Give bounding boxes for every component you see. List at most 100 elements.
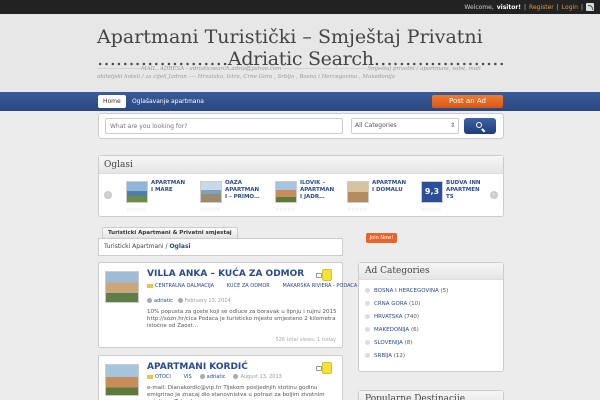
rating-stars: ☆☆☆☆☆ <box>200 207 220 213</box>
register-link[interactable]: Register <box>529 4 554 11</box>
price-tag-icon <box>322 362 332 374</box>
carousel-item[interactable]: APARTMAN I MARE ☆☆☆☆☆ <box>126 180 186 216</box>
search-icon <box>476 122 482 128</box>
listing-thumbnail[interactable] <box>200 181 222 203</box>
listing-date: February 13, 2014 <box>184 298 231 304</box>
category-name[interactable]: BOSNA I HERCEGOVINA <box>374 288 439 294</box>
username: visitor! <box>496 3 522 11</box>
author-link[interactable]: adriatic <box>154 298 173 304</box>
ad-categories-widget: Ad Categories BOSNA I HERCEGOVINA (5) CR… <box>358 262 504 372</box>
carousel-item-title[interactable]: APARTMAN I DOMALU <box>372 180 408 194</box>
top-bar: Welcome, visitor! | Register | Login | <box>0 0 600 14</box>
post-ad-button[interactable]: Post an Ad <box>432 95 503 108</box>
category-item[interactable]: SRBIJA (12) <box>365 353 405 359</box>
breadcrumb: Turisticki Apartmani / Oglasi <box>98 238 343 256</box>
listing-title[interactable]: APARTMANI KORDIĆ <box>147 362 248 372</box>
nav-oglasavanje[interactable]: Oglašavanje apartmana <box>132 95 204 108</box>
clock-icon <box>233 374 239 379</box>
listing-thumbnail[interactable] <box>347 181 369 203</box>
user-icon <box>147 298 152 303</box>
site-header: Apartmani Turistički – Smještaj Privatni… <box>0 14 600 92</box>
category-link[interactable]: OTOCI <box>155 374 171 380</box>
listing-description: 10% popusta za goste koji se odluce za b… <box>147 309 337 329</box>
site-title[interactable]: Apartmani Turistički – Smještaj Privatni <box>97 26 483 48</box>
category-link[interactable]: KUCE ZA ODMOR <box>227 283 270 289</box>
listing-thumbnail[interactable]: 9,3 <box>421 181 443 203</box>
site-tagline: ————————MAIL, ADRESA - adriaticsearch.ad… <box>97 66 481 80</box>
carousel-item[interactable]: OAZA APARTMAN I – PRIMO… ☆☆☆☆☆ <box>200 180 260 216</box>
search-input[interactable] <box>105 118 343 134</box>
carousel-prev-icon[interactable]: ‹ <box>104 191 112 199</box>
category-name[interactable]: SLOVENIJA <box>374 340 403 346</box>
category-count: (12) <box>393 353 406 359</box>
listing-meta: OTOCI VIS adriatic August 13, 2013 <box>147 374 282 380</box>
listing-card: APARTMANI KORDIĆ OTOCI VIS adriatic Augu… <box>98 355 343 400</box>
listing-thumbnail[interactable] <box>126 181 148 203</box>
search-bar: All Categories ⇕ <box>98 113 504 139</box>
carousel-item-title[interactable]: ILOVIK – APARTMAN I JADR… <box>300 180 336 201</box>
breadcrumb-root[interactable]: Turisticki Apartmani <box>104 243 164 250</box>
rating-stars: ☆☆☆☆☆ <box>275 207 295 213</box>
separator: | <box>556 3 559 11</box>
clock-icon <box>177 298 183 303</box>
folder-icon <box>147 374 153 379</box>
rating-stars: ☆☆☆☆☆ <box>126 207 146 213</box>
category-count: (5) <box>440 288 449 294</box>
user-icon <box>199 374 205 379</box>
category-item[interactable]: BOSNA I HERCEGOVINA (5) <box>365 288 448 294</box>
search-button[interactable] <box>464 118 496 134</box>
chevron-updown-icon: ⇕ <box>449 122 455 129</box>
carousel-item[interactable]: 9,3 BUDVA INN APARTMEN TS ☆☆☆☆☆ <box>421 180 481 216</box>
listing-title[interactable]: VILLA ANKA – KUĆA ZA ODMOR <box>147 269 304 279</box>
carousel-item-title[interactable]: APARTMAN I MARE <box>151 180 187 194</box>
category-item[interactable]: CRNA GORA (10) <box>365 301 420 307</box>
category-item[interactable]: HRVATSKA (740) <box>365 314 419 320</box>
category-count: (6) <box>410 327 419 333</box>
category-count: (10) <box>409 301 421 307</box>
category-item[interactable]: SLOVENIJA (8) <box>365 340 412 346</box>
listing-card: VILLA ANKA – KUĆA ZA ODMOR CENTRALNA DAL… <box>98 262 357 348</box>
carousel-item[interactable]: APARTMAN I DOMALU ☆☆☆☆☆ <box>347 180 407 216</box>
ad-categories-title: Ad Categories <box>359 263 503 280</box>
category-select-value: All Categories <box>355 122 397 129</box>
rss-icon[interactable] <box>586 3 594 11</box>
main-nav: Home Oglašavanje apartmana Post an Ad <box>0 92 600 111</box>
popular-destinations-title: Popularne Destinacije <box>359 391 503 400</box>
join-now-button[interactable]: Join Now! <box>366 233 397 243</box>
category-name[interactable]: HRVATSKA <box>374 314 403 320</box>
listing-categories: CENTRALNA DALMACIJA KUCE ZA ODMOR MAKARS… <box>147 283 357 289</box>
nav-home[interactable]: Home <box>98 95 126 108</box>
price-tag-icon <box>322 269 332 281</box>
tab-turisticki-apartmani[interactable]: Turisticki Apartmani & Privatni smjestaj <box>102 227 238 238</box>
listing-meta: adriatic February 13, 2014 <box>147 298 231 304</box>
popular-destinations-widget: Popularne Destinacije <box>358 390 504 400</box>
rating-stars: ☆☆☆☆☆ <box>421 207 441 213</box>
carousel-item[interactable]: ILOVIK – APARTMAN I JADR… ☆☆☆☆☆ <box>275 180 335 216</box>
category-name[interactable]: MAKEDONIJA <box>374 327 409 333</box>
login-link[interactable]: Login <box>562 4 578 11</box>
folder-icon <box>147 283 153 288</box>
listing-thumbnail[interactable] <box>105 271 139 303</box>
category-count: (8) <box>404 340 413 346</box>
listing-date: August 13, 2013 <box>240 374 282 380</box>
author-link[interactable]: adriatic <box>207 374 226 380</box>
oglasi-title: Oglasi <box>99 156 503 174</box>
category-count: (740) <box>404 314 420 320</box>
category-name[interactable]: CRNA GORA <box>374 301 407 307</box>
category-item[interactable]: MAKEDONIJA (6) <box>365 327 419 333</box>
carousel-item-title[interactable]: BUDVA INN APARTMEN TS <box>446 180 482 201</box>
breadcrumb-current: Oglasi <box>169 243 191 250</box>
category-select[interactable]: All Categories ⇕ <box>351 118 459 134</box>
welcome-text: Welcome, <box>464 3 494 11</box>
carousel-next-icon[interactable]: › <box>490 191 498 199</box>
category-name[interactable]: SRBIJA <box>374 353 392 359</box>
listing-thumbnail[interactable] <box>105 364 139 396</box>
category-link[interactable]: MAKARSKA RIVIERA - PODACA <box>283 283 358 289</box>
separator: | <box>580 3 583 11</box>
content-tabs: Turisticki Apartmani & Privatni smjestaj… <box>98 227 343 257</box>
separator: | <box>524 3 527 11</box>
carousel-item-title[interactable]: OAZA APARTMAN I – PRIMO… <box>225 180 261 201</box>
category-link[interactable]: CENTRALNA DALMACIJA <box>155 283 214 289</box>
category-link[interactable]: VIS <box>184 374 192 380</box>
listing-thumbnail[interactable] <box>275 181 297 203</box>
